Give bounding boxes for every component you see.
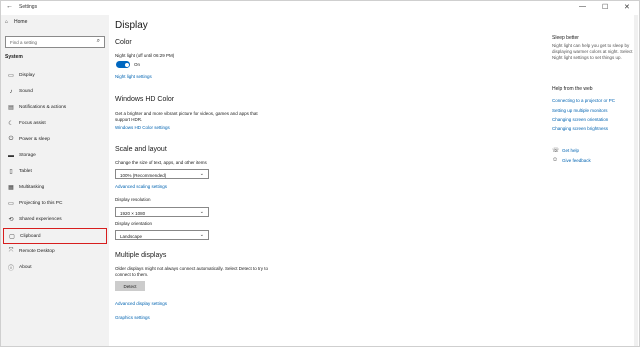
multitasking-icon: ▦ bbox=[8, 185, 14, 191]
sidebar-item-label: Clipboard bbox=[20, 233, 41, 239]
sidebar-item-label: Multitasking bbox=[19, 185, 45, 190]
maximize-icon[interactable]: ☐ bbox=[602, 3, 608, 11]
sidebar-item-label: Tablet bbox=[19, 169, 32, 174]
monitor-icon: ▭ bbox=[8, 73, 14, 79]
sidebar-item-multitasking[interactable]: ▦ Multitasking bbox=[3, 181, 107, 194]
help-icon: ☏ bbox=[552, 148, 560, 154]
search-icon[interactable]: ⌕ bbox=[97, 38, 100, 45]
sidebar-item-label: Notifications & actions bbox=[19, 105, 67, 110]
home-label: Home bbox=[14, 19, 28, 25]
orientation-dropdown[interactable]: Landscape ⌄ bbox=[115, 230, 209, 240]
hd-color-settings-link[interactable]: Windows HD Color settings bbox=[115, 125, 170, 130]
graphics-settings-link[interactable]: Graphics settings bbox=[115, 315, 150, 320]
remote-desktop-icon: ⤧ bbox=[8, 248, 14, 254]
sidebar-item-storage[interactable]: ▬ Storage bbox=[3, 149, 107, 162]
sidebar-item-power-sleep[interactable]: ⏻ Power & sleep bbox=[3, 133, 107, 146]
night-light-toggle[interactable] bbox=[116, 61, 130, 68]
multiple-displays-heading: Multiple displays bbox=[115, 252, 167, 259]
night-light-label: Night light (off until 06:29 PM) bbox=[115, 53, 175, 58]
feedback-icon: ☺ bbox=[552, 157, 559, 163]
sidebar-item-display[interactable]: ▭ Display bbox=[3, 69, 107, 82]
size-label: Change the size of text, apps, and other… bbox=[115, 160, 207, 165]
scrollbar[interactable] bbox=[634, 15, 638, 346]
hdr-heading: Windows HD Color bbox=[115, 96, 175, 103]
clipboard-icon: ▢ bbox=[9, 233, 15, 240]
scale-value: 100% (Recommended) bbox=[120, 172, 167, 178]
scale-heading: Scale and layout bbox=[115, 146, 167, 153]
color-heading: Color bbox=[115, 39, 132, 46]
night-light-settings-link[interactable]: Night light settings bbox=[115, 74, 152, 79]
power-icon: ⏻ bbox=[8, 136, 14, 142]
notification-icon: ▤ bbox=[8, 105, 14, 111]
sidebar-item-shared-experiences[interactable]: ⟲ Shared experiences bbox=[3, 213, 107, 226]
get-help-link[interactable]: ☏ Get help bbox=[552, 147, 579, 154]
sidebar: ⌂ Home Find a setting ⌕ System ▭ Display … bbox=[1, 15, 109, 346]
orientation-label: Display orientation bbox=[115, 221, 153, 226]
back-arrow-icon[interactable]: ← bbox=[6, 3, 13, 10]
multiple-displays-description: Older displays might not always connect … bbox=[115, 266, 268, 277]
hdr-description: Get a brighter and more vibrant picture … bbox=[115, 111, 258, 122]
help-link-multiple-monitors[interactable]: Setting up multiple monitors bbox=[552, 108, 608, 113]
toggle-state: On bbox=[134, 62, 141, 67]
sidebar-item-notifications[interactable]: ▤ Notifications & actions bbox=[3, 101, 107, 114]
section-title: System bbox=[5, 54, 23, 60]
sidebar-item-label: Focus assist bbox=[19, 121, 46, 126]
sidebar-item-sound[interactable]: ♪ Sound bbox=[3, 85, 107, 98]
help-link-brightness[interactable]: Changing screen brightness bbox=[552, 126, 608, 131]
help-heading: Help from the web bbox=[552, 86, 593, 92]
detect-button[interactable]: Detect bbox=[115, 281, 145, 291]
sidebar-item-focus-assist[interactable]: ☾ Focus assist bbox=[3, 117, 107, 130]
advanced-display-link[interactable]: Advanced display settings bbox=[115, 301, 167, 306]
resolution-value: 1920 × 1080 bbox=[120, 210, 146, 216]
right-panel: Sleep better Night light can help you ge… bbox=[552, 15, 639, 346]
toggle-knob bbox=[124, 62, 129, 67]
sidebar-item-about[interactable]: ⓘ About bbox=[3, 261, 107, 274]
sidebar-item-remote-desktop[interactable]: ⤧ Remote Desktop bbox=[3, 245, 107, 258]
sidebar-item-label: Projecting to this PC bbox=[19, 201, 63, 206]
give-feedback-link[interactable]: ☺ Give feedback bbox=[552, 157, 591, 163]
sidebar-item-clipboard[interactable]: ▢ Clipboard bbox=[3, 228, 107, 244]
sidebar-item-label: Sound bbox=[19, 89, 33, 94]
scale-dropdown[interactable]: 100% (Recommended) ⌄ bbox=[115, 169, 209, 179]
sidebar-item-label: Display bbox=[19, 73, 35, 78]
page-title: Display bbox=[115, 20, 148, 31]
search-placeholder: Find a setting bbox=[10, 40, 38, 45]
sidebar-item-label: About bbox=[19, 265, 32, 270]
chevron-down-icon: ⌄ bbox=[199, 171, 204, 177]
settings-window: ← Settings — ☐ ✕ ⌂ Home Find a setting ⌕… bbox=[0, 0, 640, 347]
window-title: Settings bbox=[19, 4, 38, 10]
info-icon: ⓘ bbox=[7, 266, 14, 272]
sleep-text: Night light can help you get to sleep by… bbox=[552, 43, 633, 60]
get-help-label: Get help bbox=[562, 148, 580, 153]
chevron-down-icon: ⌄ bbox=[199, 232, 204, 238]
help-link-orientation[interactable]: Changing screen orientation bbox=[552, 117, 608, 122]
chevron-down-icon: ⌄ bbox=[199, 209, 204, 215]
tablet-icon: ▯ bbox=[9, 169, 13, 175]
speaker-icon: ♪ bbox=[9, 88, 13, 95]
minimize-icon[interactable]: — bbox=[579, 3, 586, 10]
give-feedback-label: Give feedback bbox=[562, 157, 591, 163]
sidebar-item-label: Shared experiences bbox=[19, 217, 62, 222]
search-input[interactable]: Find a setting ⌕ bbox=[5, 36, 105, 48]
storage-icon: ▬ bbox=[8, 152, 14, 159]
sidebar-item-tablet[interactable]: ▯ Tablet bbox=[3, 165, 107, 178]
close-icon[interactable]: ✕ bbox=[624, 3, 630, 11]
home-link[interactable]: ⌂ Home bbox=[5, 19, 27, 25]
orientation-value: Landscape bbox=[120, 233, 143, 239]
resolution-label: Display resolution bbox=[115, 197, 151, 202]
moon-icon: ☾ bbox=[8, 121, 14, 127]
sidebar-item-label: Storage bbox=[19, 153, 36, 158]
sidebar-item-projecting[interactable]: ▭ Projecting to this PC bbox=[3, 197, 107, 210]
sleep-heading: Sleep better bbox=[552, 35, 579, 41]
home-icon: ⌂ bbox=[5, 19, 9, 25]
title-bar: ← Settings — ☐ ✕ bbox=[1, 1, 639, 15]
advanced-scaling-link[interactable]: Advanced scaling settings bbox=[115, 184, 167, 189]
resolution-dropdown[interactable]: 1920 × 1080 ⌄ bbox=[115, 207, 209, 217]
projector-icon: ▭ bbox=[8, 201, 14, 207]
sidebar-item-label: Remote Desktop bbox=[19, 249, 55, 254]
sidebar-item-label: Power & sleep bbox=[19, 137, 50, 142]
help-link-projector[interactable]: Connecting to a projector or PC bbox=[552, 98, 615, 103]
shared-icon: ⟲ bbox=[8, 217, 14, 223]
main-content: Display Color Night light (off until 06:… bbox=[109, 15, 529, 346]
